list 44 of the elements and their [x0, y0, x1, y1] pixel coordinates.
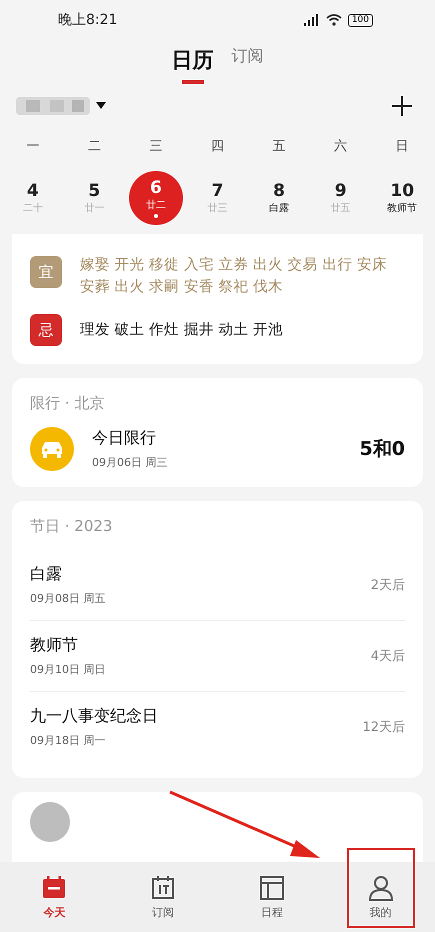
date-cell[interactable]: 4 二十 [6, 171, 60, 225]
nav-tab[interactable]: 订阅 [108, 862, 218, 932]
status-time: 晚上8:21 [58, 11, 118, 29]
car-icon [30, 427, 74, 471]
date-cell[interactable]: 7 廿三 [190, 171, 244, 225]
wifi-icon [326, 14, 342, 26]
weekday-label: 五 [272, 138, 286, 155]
tab[interactable]: 订阅 [232, 44, 264, 77]
nav-tab[interactable]: 今天 [0, 862, 109, 932]
weekday-label: 六 [334, 138, 348, 155]
weekday-label: 四 [210, 138, 224, 155]
nav-tab[interactable]: 我的 [326, 862, 435, 932]
date-cell[interactable]: 6 廿二 [128, 171, 183, 225]
date-cell[interactable]: 5 廿一 [67, 171, 122, 225]
layout-icon [258, 874, 285, 900]
date-cell[interactable]: 10 教师节 [375, 171, 430, 225]
item-title: 今日限行 [92, 428, 157, 449]
person-icon [368, 874, 394, 900]
holiday-row[interactable]: 教师节 09月10日 周日 4天后 [30, 621, 405, 692]
avatar-icon [30, 802, 70, 842]
section-title: 节日 · 2023 [30, 517, 114, 536]
almanac-text: 嫁娶 开光 移徙 入宅 立券 出火 交易 出行 安床 [80, 256, 387, 275]
date-cell[interactable]: 8 白露 [252, 171, 306, 225]
date-cell[interactable]: 9 廿五 [314, 171, 368, 225]
calendar-icon [150, 874, 176, 900]
weekday-label: 三 [149, 138, 162, 155]
dropdown-caret-icon [96, 102, 106, 110]
holiday-row[interactable]: 九一八事变纪念日 09月18日 周一 12天后 [30, 692, 405, 762]
weekday-label: 二 [88, 138, 101, 155]
signal-icon [302, 14, 320, 26]
holiday-row[interactable]: 白露 09月08日 周五 2天后 [30, 550, 405, 621]
restriction-numbers: 5和0 [360, 437, 405, 462]
almanac-badge: 忌 [30, 314, 62, 346]
add-icon [391, 95, 413, 117]
almanac-badge: 宜 [30, 256, 62, 288]
weekday-label: 日 [396, 138, 409, 155]
battery-level: 100 [348, 14, 373, 26]
calendar-icon [41, 874, 68, 900]
almanac-text: 安葬 出火 求嗣 安香 祭祀 伐木 [80, 278, 284, 297]
section-title: 限行 · 北京 [30, 394, 106, 413]
nav-tab[interactable]: 日程 [218, 862, 326, 932]
weekday-label: 一 [26, 138, 40, 155]
item-date: 09月06日 周三 [92, 455, 168, 470]
almanac-text: 理发 破土 作灶 掘井 动土 开池 [80, 321, 284, 340]
